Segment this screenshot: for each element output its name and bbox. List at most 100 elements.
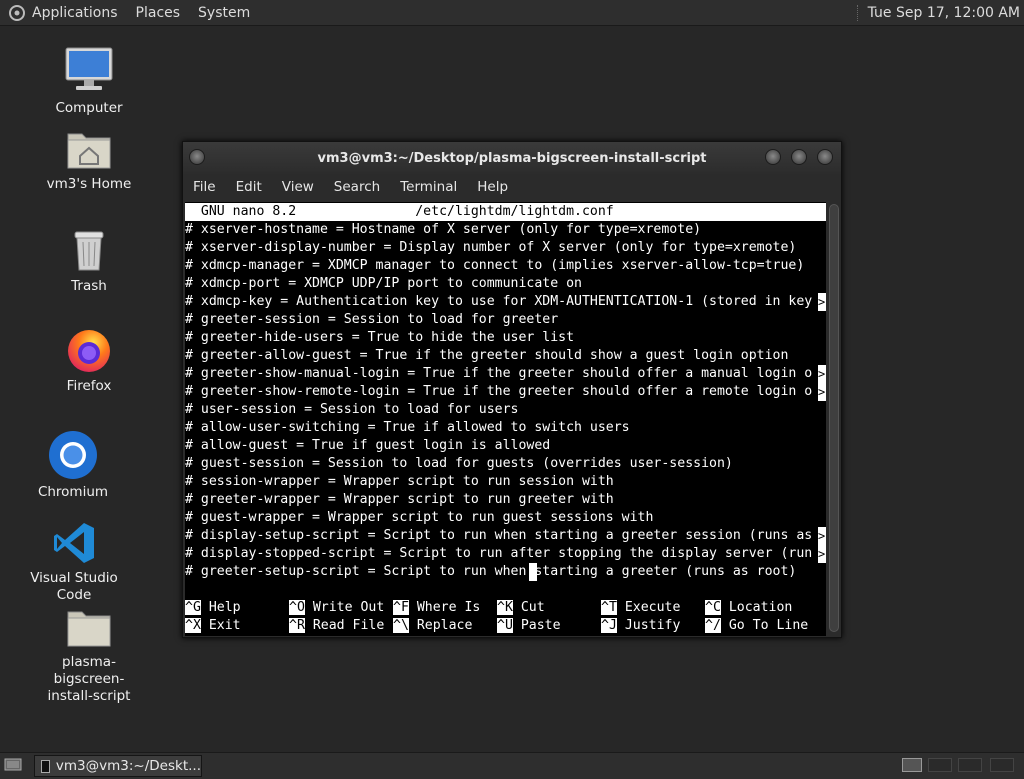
desktop-icon-label: Chromium	[37, 484, 109, 500]
shortcut-item: ^F Where Is	[393, 599, 497, 617]
shortcut-label: Write Out	[312, 600, 385, 615]
workspace-1[interactable]	[902, 758, 922, 772]
desktop-icon-trash[interactable]: Trash	[34, 226, 144, 295]
menu-terminal[interactable]: Terminal	[400, 179, 457, 195]
shortcut-key: ^R	[289, 618, 305, 633]
file-line: # greeter-show-manual-login = True if th…	[185, 365, 826, 383]
shortcut-key: ^U	[497, 618, 513, 633]
shortcut-key: ^F	[393, 600, 409, 615]
bottom-panel: vm3@vm3:~/Deskt...	[0, 752, 1024, 779]
taskbar-terminal-button[interactable]: vm3@vm3:~/Deskt...	[34, 755, 202, 777]
file-line: # greeter-allow-guest = True if the gree…	[185, 348, 789, 363]
window-menu-button[interactable]	[189, 149, 205, 165]
shortcut-item: ^C Location	[705, 599, 809, 617]
clock[interactable]: Tue Sep 17, 12:00 AM	[868, 5, 1020, 21]
menu-search[interactable]: Search	[334, 179, 380, 195]
shortcut-label: Location	[728, 600, 793, 615]
shortcut-item: ^G Help	[185, 599, 289, 617]
menu-view[interactable]: View	[282, 179, 314, 195]
line-truncated-marker	[818, 545, 826, 563]
file-line: # greeter-session = Session to load for …	[185, 312, 559, 327]
file-line: # guest-wrapper = Wrapper script to run …	[185, 510, 654, 525]
shortcut-label: Cut	[520, 600, 545, 615]
desktop-icon-label-line: install-script	[47, 688, 131, 704]
minimize-button[interactable]	[765, 149, 781, 165]
shortcut-label: Help	[208, 600, 241, 615]
text-cursor	[529, 563, 537, 581]
distro-logo-icon[interactable]	[8, 4, 26, 22]
shortcut-label: Execute	[624, 600, 681, 615]
line-truncated-marker	[818, 383, 826, 401]
desktop-icon-vscode[interactable]: Visual Studio Code	[19, 520, 129, 604]
line-truncated-marker	[818, 293, 826, 311]
file-line: # display-stopped-script = Script to run…	[185, 545, 826, 563]
shortcut-item: ^U Paste	[497, 617, 601, 635]
places-menu[interactable]: Places	[136, 5, 181, 21]
menu-help[interactable]: Help	[477, 179, 508, 195]
desktop-icon-label: Visual Studio Code	[30, 570, 118, 603]
desktop-icon-computer[interactable]: Computer	[34, 44, 144, 117]
applications-menu[interactable]: Applications	[32, 5, 118, 21]
trash-icon	[74, 231, 104, 271]
shortcut-item: ^\ Replace	[393, 617, 497, 635]
shortcut-item: ^/ Go To Line	[705, 617, 809, 635]
window-title-bar[interactable]: vm3@vm3:~/Desktop/plasma-bigscreen-insta…	[183, 142, 841, 174]
shortcut-key: ^/	[705, 618, 721, 633]
firefox-icon	[68, 330, 110, 372]
desktop-icon-label: Trash	[71, 278, 107, 294]
window-title: vm3@vm3:~/Desktop/plasma-bigscreen-insta…	[317, 150, 707, 166]
file-line: # xserver-display-number = Display numbe…	[185, 240, 797, 255]
scrollbar[interactable]	[828, 202, 840, 636]
show-desktop-icon[interactable]	[4, 757, 22, 773]
shortcut-label: Paste	[520, 618, 561, 633]
file-line: # user-session = Session to load for use…	[185, 402, 519, 417]
shortcut-key: ^O	[289, 600, 305, 615]
maximize-button[interactable]	[791, 149, 807, 165]
desktop-icon-label: vm3's Home	[46, 176, 132, 192]
top-panel: Applications Places System Tue Sep 17, 1…	[0, 0, 1024, 26]
nano-header: GNU nano 8.2 /etc/lightdm/lightdm.conf	[185, 203, 826, 221]
desktop-icon-label: Firefox	[66, 378, 112, 394]
desktop-icon-firefox[interactable]: Firefox	[34, 326, 144, 395]
shortcut-label: Read File	[312, 618, 385, 633]
file-line: # xdmcp-manager = XDMCP manager to conne…	[185, 258, 805, 273]
terminal-icon	[41, 759, 50, 773]
desktop-icon-label: Computer	[55, 100, 123, 116]
file-line: # greeter-setup-script = Script to run w…	[185, 563, 797, 581]
terminal-window[interactable]: vm3@vm3:~/Desktop/plasma-bigscreen-insta…	[182, 141, 842, 638]
shortcut-label: Replace	[416, 618, 473, 633]
computer-icon	[65, 47, 113, 90]
workspace-4[interactable]	[990, 758, 1014, 772]
file-line: # greeter-show-remote-login = True if th…	[185, 383, 826, 401]
shortcut-key: ^X	[185, 618, 201, 633]
desktop-icon-plasma-folder[interactable]: plasma-bigscreen- install-script	[34, 606, 144, 705]
shortcut-key: ^K	[497, 600, 513, 615]
desktop-icon-label: plasma-bigscreen- install-script	[34, 654, 144, 705]
shortcut-key: ^\	[393, 618, 409, 633]
close-button[interactable]	[817, 149, 833, 165]
shortcut-item: ^X Exit	[185, 617, 289, 635]
shortcut-key: ^J	[601, 618, 617, 633]
home-folder-icon	[67, 133, 111, 169]
desktop-icon-chromium[interactable]: Chromium	[18, 430, 128, 501]
file-line: # session-wrapper = Wrapper script to ru…	[185, 474, 614, 489]
shortcut-item: ^K Cut	[497, 599, 601, 617]
menu-edit[interactable]: Edit	[236, 179, 262, 195]
terminal-screen[interactable]: GNU nano 8.2 /etc/lightdm/lightdm.conf #…	[185, 202, 826, 636]
shortcut-label: Where Is	[416, 600, 481, 615]
workspace-3[interactable]	[958, 758, 982, 772]
shortcut-item: ^T Execute	[601, 599, 705, 617]
system-menu[interactable]: System	[198, 5, 250, 21]
taskbar-button-label: vm3@vm3:~/Deskt...	[55, 758, 201, 774]
shortcut-item: ^J Justify	[601, 617, 705, 635]
shortcut-key: ^C	[705, 600, 721, 615]
panel-separator	[856, 4, 860, 21]
scrollbar-thumb[interactable]	[829, 204, 839, 632]
menu-file[interactable]: File	[193, 179, 216, 195]
file-line: # allow-user-switching = True if allowed…	[185, 420, 630, 435]
line-truncated-marker	[818, 365, 826, 383]
shortcut-key: ^T	[601, 600, 617, 615]
file-line: # greeter-hide-users = True to hide the …	[185, 330, 575, 345]
desktop-icon-home[interactable]: vm3's Home	[34, 126, 144, 193]
workspace-2[interactable]	[928, 758, 952, 772]
